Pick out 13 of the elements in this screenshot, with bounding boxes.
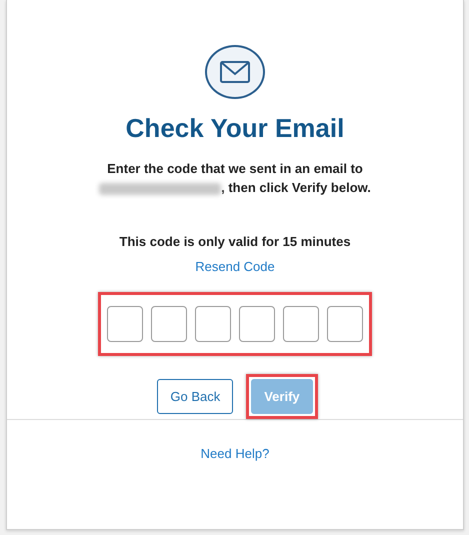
code-digit-field[interactable]	[107, 306, 143, 342]
instruction-text: Enter the code that we sent in an email to	[107, 161, 363, 176]
validity-note: This code is only valid for 15 minutes	[119, 234, 351, 249]
page-title: Check Your Email	[126, 112, 344, 145]
code-digit-field[interactable]	[327, 306, 363, 342]
instruction-text: , then click Verify below.	[221, 180, 371, 195]
code-digit-field[interactable]	[283, 306, 319, 342]
code-digit-field[interactable]	[239, 306, 275, 342]
code-digit-field[interactable]	[195, 306, 231, 342]
back-button[interactable]: Go Back	[157, 379, 234, 414]
resend-code-link[interactable]: Resend Code	[195, 259, 275, 274]
need-help-link[interactable]: Need Help?	[200, 446, 270, 461]
code-digit-field[interactable]	[151, 306, 187, 342]
